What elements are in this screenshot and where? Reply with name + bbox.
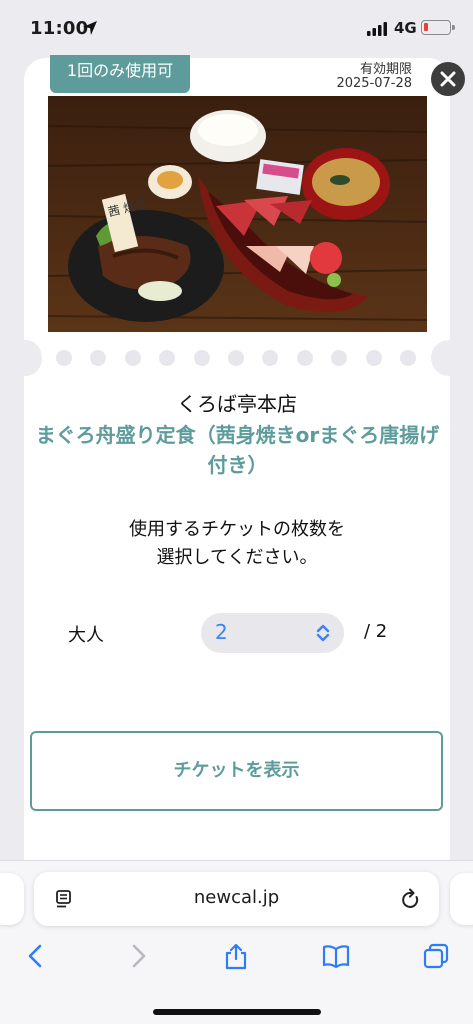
location-arrow-icon — [83, 21, 97, 35]
next-tab-preview[interactable] — [450, 873, 473, 925]
quantity-prompt-line1: 使用するチケットの枚数を — [129, 519, 345, 540]
url-text: newcal.jp — [193, 887, 280, 908]
chevron-updown-icon — [316, 624, 330, 642]
close-button[interactable] — [431, 62, 465, 96]
address-bar[interactable]: newcal.jp — [34, 872, 439, 926]
network-type: 4G — [394, 19, 417, 37]
quantity-select[interactable]: 2 — [201, 613, 344, 653]
bookmarks-icon[interactable] — [322, 942, 350, 970]
quantity-prompt-line2: 選択してください。 — [156, 547, 318, 568]
battery-level — [424, 23, 428, 31]
quantity-prompt: 使用するチケットの枚数を 選択してください。 — [24, 516, 450, 572]
perforation-dot — [193, 350, 210, 366]
ticket-notch-left — [10, 340, 42, 376]
perforation-dot — [399, 350, 416, 366]
forward-icon[interactable] — [124, 942, 152, 970]
quantity-value: 2 — [215, 620, 228, 644]
back-icon[interactable] — [22, 942, 50, 970]
ticket-perforation — [56, 350, 416, 366]
expiry-date: 2025-07-28 — [336, 76, 412, 91]
adult-label: 大人 — [68, 625, 104, 646]
perforation-dot — [365, 350, 382, 366]
perforation-dot — [159, 350, 176, 366]
battery-tip — [452, 25, 455, 30]
perforation-dot — [56, 350, 72, 366]
reload-icon[interactable] — [401, 888, 421, 910]
status-time: 11:00 — [30, 18, 89, 39]
meal-photo: 茜 焼き — [48, 96, 427, 332]
close-icon — [440, 71, 456, 87]
menu-title: まぐろ舟盛り定食（茜身焼きorまぐろ唐揚げ付き） — [35, 423, 440, 477]
perforation-dot — [331, 350, 348, 366]
signal-icon — [367, 22, 387, 36]
perforation-dot — [90, 350, 107, 366]
show-ticket-button[interactable]: チケットを表示 — [30, 731, 443, 811]
ticket-notch-right — [431, 340, 467, 376]
perforation-dot — [262, 350, 279, 366]
battery-icon — [421, 20, 455, 35]
previous-tab-preview[interactable] — [0, 873, 24, 925]
home-indicator — [153, 1009, 321, 1015]
quantity-max: / 2 — [364, 621, 388, 642]
perforation-dot — [296, 350, 313, 366]
share-icon[interactable] — [222, 942, 250, 970]
store-name: くろば亭本店 — [177, 392, 297, 416]
single-use-badge: 1回のみ使用可 — [50, 55, 190, 93]
meal-illustration: 茜 焼き — [48, 96, 427, 332]
perforation-dot — [124, 350, 141, 366]
tabs-icon[interactable] — [422, 942, 450, 970]
expiry-label: 有効期限 — [359, 62, 412, 77]
status-bar: 11:00 4G — [0, 0, 473, 58]
perforation-dot — [227, 350, 244, 366]
